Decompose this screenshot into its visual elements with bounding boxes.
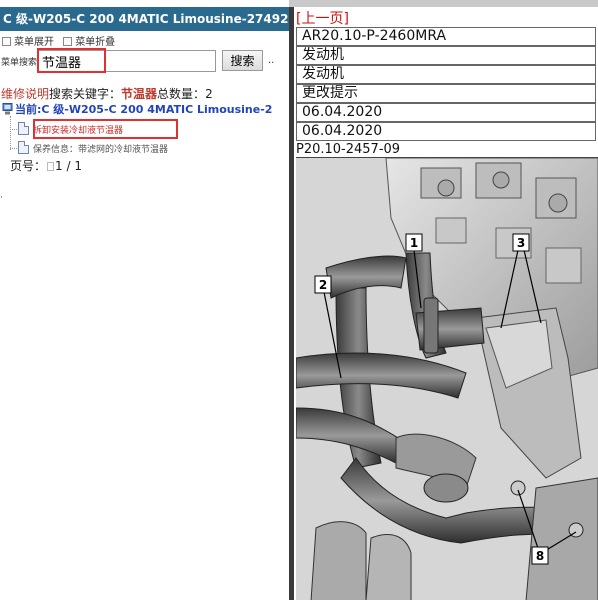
- search-button[interactable]: 搜索: [222, 50, 263, 71]
- figure-id: P20.10-2457-09: [296, 142, 401, 157]
- pager: 页号： 1 / 1: [10, 157, 82, 174]
- field-subgroup: 发动机: [296, 65, 596, 84]
- tree-connector: [10, 148, 17, 149]
- collapse-icon: [63, 37, 73, 46]
- left-pane: C 级-W205-C 200 4MATIC Limousine-274920-G…: [0, 0, 289, 600]
- computer-icon: [2, 103, 13, 115]
- search-label: 菜单搜索: [1, 58, 38, 68]
- count-label: 总数量：: [157, 87, 206, 101]
- result-keyword: 节温器: [121, 87, 158, 101]
- document-icon: [18, 122, 29, 135]
- engine-diagram: 1 2 3 8: [296, 157, 598, 600]
- expand-icon: [2, 37, 11, 46]
- result-prefix: 维修说明: [1, 87, 50, 101]
- keyword-label: 搜索关键字：: [49, 87, 122, 101]
- menu-collapse-label: 菜单折叠: [75, 37, 116, 48]
- tree-connector: [10, 116, 11, 150]
- app-window: C 级-W205-C 200 4MATIC Limousine-274920-G…: [0, 0, 598, 600]
- pager-label: 页号：: [10, 159, 47, 173]
- search-highlight-box: [37, 48, 106, 73]
- tree-item-result-2[interactable]: 保养信息：带滤网的冷却液节温器: [18, 141, 168, 155]
- callout-3: 3: [517, 236, 525, 250]
- more-link[interactable]: ..: [268, 55, 274, 66]
- page-box-icon: [47, 162, 55, 171]
- prev-page-link[interactable]: [上一页]: [296, 8, 349, 28]
- result-info: 维修说明搜索关键字：节温器总数量：2: [1, 85, 213, 102]
- tree-root-label: 当前:C 级-W205-C 200 4MATIC Limousine-2: [15, 103, 273, 116]
- engine-illustration: 1 2 3 8: [296, 158, 598, 600]
- document-icon: [18, 141, 29, 154]
- callout-2: 2: [319, 278, 327, 292]
- menu-row: 菜单展开 菜单折叠: [2, 33, 121, 48]
- pager-value: 1 / 1: [55, 159, 82, 173]
- tree-root[interactable]: 当前:C 级-W205-C 200 4MATIC Limousine-2: [2, 101, 272, 117]
- tree-connector: [10, 129, 17, 130]
- result-highlight-box: [33, 119, 178, 139]
- result-count: 2: [205, 87, 213, 101]
- right-pane: [上一页] AR20.10-P-2460MRA 发动机 发动机 更改提示 06.…: [294, 7, 598, 600]
- side-mark: ·: [0, 193, 3, 203]
- menu-collapse[interactable]: 菜单折叠: [63, 37, 118, 48]
- tree-item-label: 保养信息：带滤网的冷却液节温器: [33, 145, 169, 155]
- field-group: 发动机: [296, 46, 596, 65]
- window-title: C 级-W205-C 200 4MATIC Limousine-274920-G…: [0, 7, 289, 31]
- menu-expand-label: 菜单展开: [14, 37, 54, 48]
- field-date-1: 06.04.2020: [296, 103, 596, 122]
- callout-8: 8: [536, 549, 544, 563]
- callout-1: 1: [410, 236, 418, 250]
- field-document-code: AR20.10-P-2460MRA: [296, 27, 596, 46]
- field-change-note: 更改提示: [296, 84, 596, 103]
- field-date-2: 06.04.2020: [296, 122, 596, 141]
- menu-expand[interactable]: 菜单展开: [2, 37, 57, 48]
